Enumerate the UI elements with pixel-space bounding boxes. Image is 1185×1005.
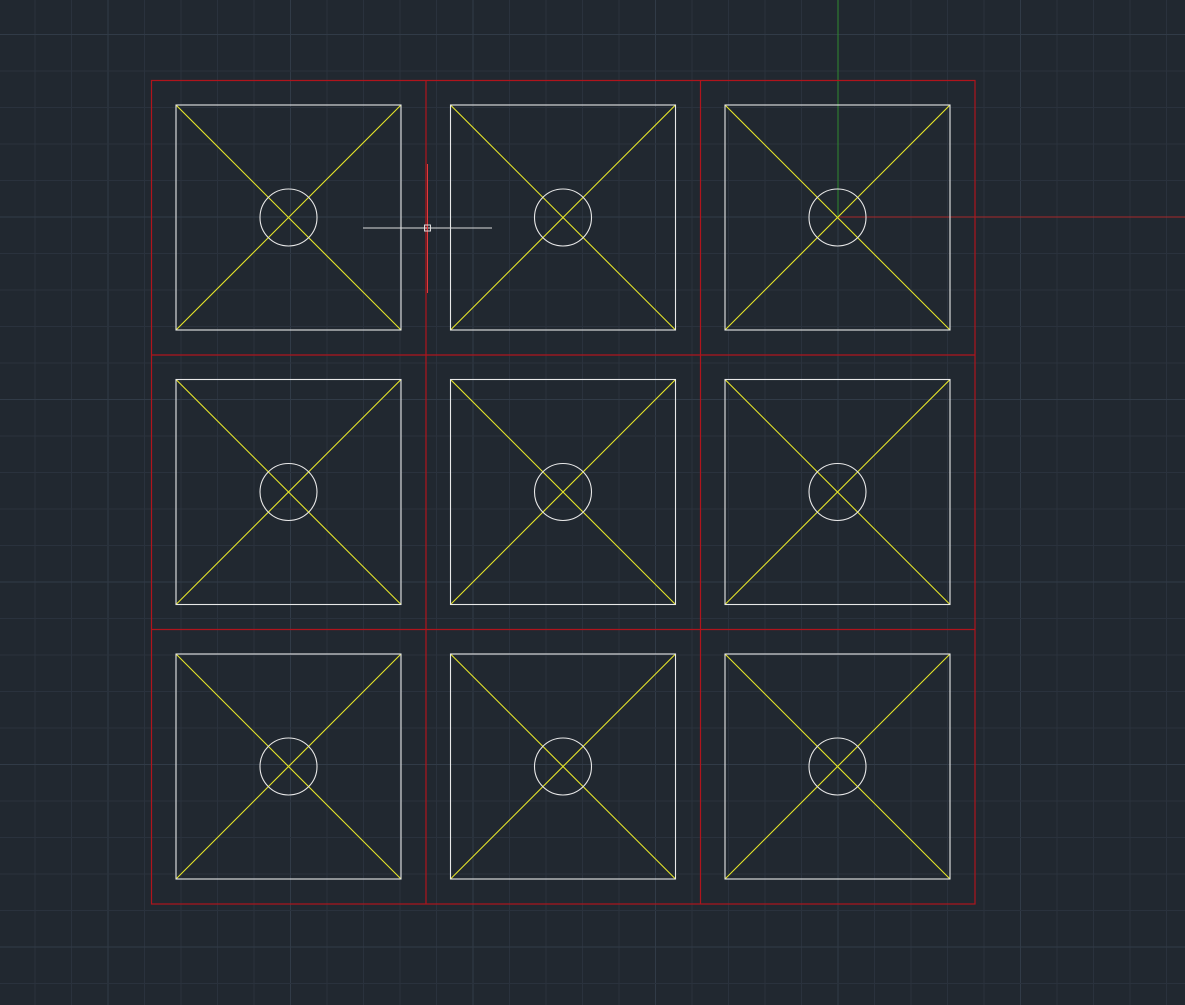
- model-space[interactable]: [0, 0, 1185, 1005]
- canvas-background: [0, 0, 1185, 1005]
- drawing-canvas[interactable]: [0, 0, 1185, 1005]
